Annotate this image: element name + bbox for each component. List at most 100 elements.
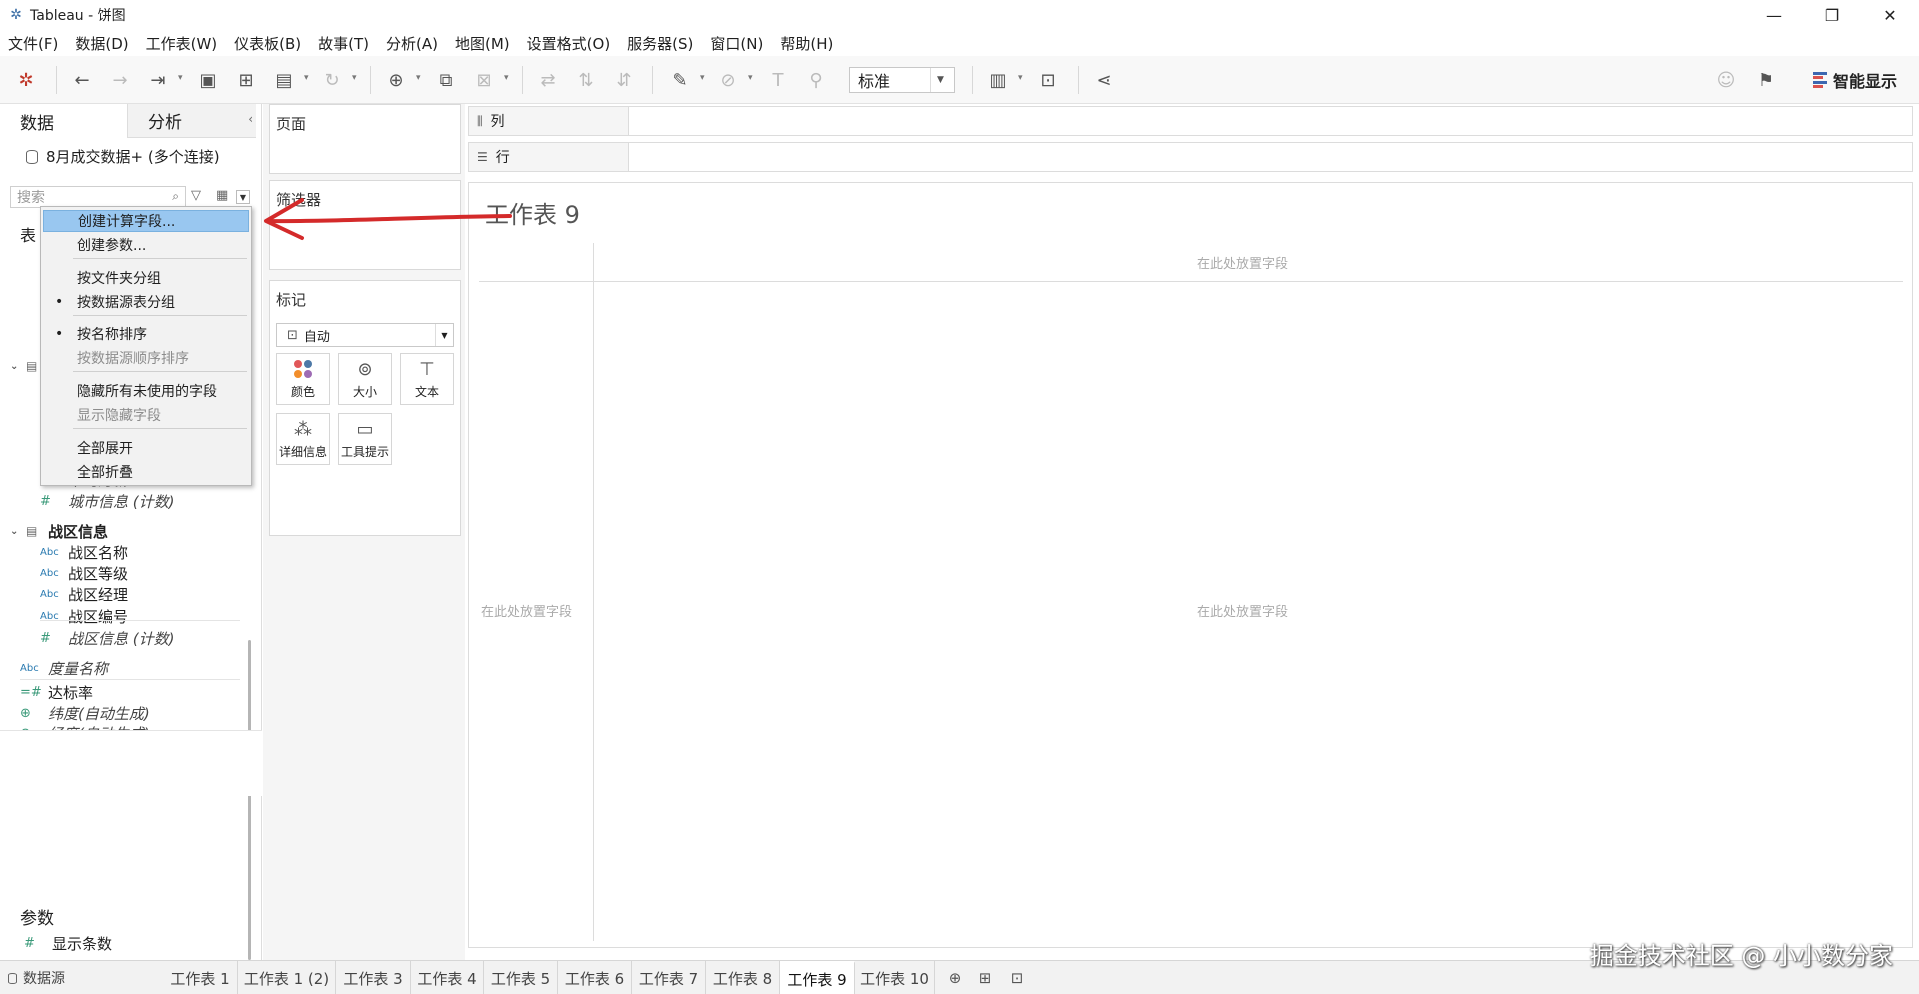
show-cards-icon[interactable]: ▥ — [986, 68, 1010, 92]
replay-icon[interactable]: ⇥ — [146, 68, 170, 92]
field-item[interactable]: Abc 战区编号 — [40, 605, 128, 627]
group-caret-icon[interactable]: ▾ — [748, 73, 753, 83]
new-story-icon[interactable]: ⊡ — [1006, 967, 1028, 989]
column-drop-hint[interactable]: 在此处放置字段 — [1197, 253, 1288, 272]
menu-item[interactable]: 设置格式(O) — [527, 33, 611, 54]
parameter-item[interactable]: # 显示条数 — [24, 932, 112, 954]
context-menu-item[interactable]: 创建计算字段... — [43, 210, 249, 232]
data-pane-scrollbar[interactable] — [248, 640, 251, 960]
replay-caret-icon[interactable]: ▾ — [178, 73, 183, 83]
context-menu-item[interactable]: 全部展开 — [43, 437, 249, 459]
columns-shelf[interactable]: ⫼ 列 — [468, 106, 1913, 136]
size-mark-button[interactable]: ⊚ 大小 — [338, 353, 392, 405]
new-worksheet-icon[interactable]: ⊕ — [944, 967, 966, 989]
show-cards-caret-icon[interactable]: ▾ — [1018, 73, 1023, 83]
refresh-caret-icon[interactable]: ▾ — [352, 73, 357, 83]
rows-shelf[interactable]: ☰ 行 — [468, 142, 1913, 172]
menu-item[interactable]: 服务器(S) — [627, 33, 693, 54]
sheet-tab[interactable]: 工作表 5 — [484, 961, 558, 994]
zone-group-header[interactable]: ⌄ ▤ 战区信息 — [10, 520, 108, 542]
show-mark-labels-icon[interactable]: T — [766, 68, 790, 92]
view-canvas[interactable]: 工作表 9 在此处放置字段 在此处放置字段 在此处放置字段 — [468, 182, 1913, 948]
swap-rows-columns-icon[interactable]: ⇄ — [536, 68, 560, 92]
field-item[interactable]: # 城市信息 (计数) — [40, 490, 174, 512]
sheet-tab[interactable]: 工作表 10 — [855, 961, 935, 994]
sheet-tab[interactable]: 工作表 1 (2) — [238, 961, 336, 994]
sheet-tab[interactable]: 工作表 7 — [632, 961, 706, 994]
context-menu-item[interactable]: 按文件夹分组 — [43, 267, 249, 289]
data-pane-menu-caret[interactable]: ▼ — [236, 190, 250, 204]
context-menu-item[interactable]: • 按数据源表分组 — [43, 291, 249, 313]
menu-item[interactable]: 数据(D) — [75, 33, 128, 54]
pause-updates-icon[interactable]: ▤ — [272, 68, 296, 92]
columns-drop-area[interactable] — [629, 107, 1912, 135]
menu-item[interactable]: 文件(F) — [8, 33, 58, 54]
tab-data[interactable]: 数据 — [0, 104, 128, 138]
menu-item[interactable]: 分析(A) — [386, 33, 438, 54]
menu-item[interactable]: 窗口(N) — [710, 33, 763, 54]
rows-drop-area[interactable] — [629, 143, 1912, 171]
mark-type-select[interactable]: ⊡ 自动 ▼ — [276, 323, 454, 347]
view-drop-hint[interactable]: 在此处放置字段 — [1197, 601, 1288, 620]
context-menu-item[interactable]: 全部折叠 — [43, 461, 249, 483]
text-mark-button[interactable]: ⊤ 文本 — [400, 353, 454, 405]
show-me-button[interactable]: 智能显示 — [1812, 68, 1897, 92]
sort-descending-icon[interactable]: ⇵ — [612, 68, 636, 92]
close-button[interactable]: ✕ — [1861, 0, 1919, 30]
color-mark-button[interactable]: 颜色 — [276, 353, 330, 405]
sheet-tab[interactable]: 工作表 9 — [780, 961, 855, 994]
collapse-pane-icon[interactable]: ‹ — [248, 112, 253, 126]
clear-caret-icon[interactable]: ▾ — [504, 73, 509, 83]
sheet-tab[interactable]: 工作表 3 — [336, 961, 411, 994]
row-drop-hint[interactable]: 在此处放置字段 — [481, 601, 572, 620]
fix-axes-icon[interactable]: ⚲ — [804, 68, 828, 92]
context-menu-item[interactable]: 按数据源顺序排序 — [43, 347, 249, 369]
duplicate-icon[interactable]: ⧉ — [434, 68, 458, 92]
sheet-tab[interactable]: 工作表 8 — [706, 961, 780, 994]
context-menu-item[interactable]: 显示隐藏字段 — [43, 404, 249, 426]
menu-item[interactable]: 仪表板(B) — [234, 33, 301, 54]
new-datasource-icon[interactable]: ⊞ — [234, 68, 258, 92]
field-item[interactable]: =# 达标率 — [20, 681, 93, 703]
new-worksheet-caret-icon[interactable]: ▾ — [416, 73, 421, 83]
field-item[interactable]: Abc 战区经理 — [40, 583, 128, 605]
ask-data-icon[interactable]: ☺ — [1714, 68, 1738, 92]
highlight-icon[interactable]: ✎ — [668, 68, 692, 92]
sheet-tab[interactable]: 工作表 1 — [163, 961, 238, 994]
menu-item[interactable]: 工作表(W) — [146, 33, 218, 54]
share-icon[interactable]: ⋖ — [1092, 68, 1116, 92]
pause-caret-icon[interactable]: ▾ — [304, 73, 309, 83]
fit-select[interactable]: 标准 ▼ — [849, 67, 955, 93]
undo-icon[interactable]: ← — [70, 68, 94, 92]
pages-card[interactable]: 页面 — [269, 104, 461, 174]
menu-item[interactable]: 帮助(H) — [780, 33, 833, 54]
sheet-tab[interactable]: 工作表 6 — [558, 961, 632, 994]
format-painter-icon[interactable]: ⚑ — [1754, 68, 1778, 92]
field-item[interactable]: ⊕ 纬度(自动生成) — [20, 702, 150, 724]
refresh-icon[interactable]: ↻ — [320, 68, 344, 92]
field-item[interactable]: Abc 战区名称 — [40, 541, 128, 563]
highlight-caret-icon[interactable]: ▾ — [700, 73, 705, 83]
context-menu-item[interactable]: 隐藏所有未使用的字段 — [43, 380, 249, 402]
group-members-icon[interactable]: ⊘ — [716, 68, 740, 92]
field-item[interactable]: Abc 战区等级 — [40, 562, 128, 584]
restore-button[interactable]: ❐ — [1803, 0, 1861, 30]
context-menu-item[interactable]: • 按名称排序 — [43, 323, 249, 345]
minimize-button[interactable]: — — [1745, 0, 1803, 30]
redo-icon[interactable]: → — [108, 68, 132, 92]
detail-mark-button[interactable]: ⁂ 详细信息 — [276, 413, 330, 465]
clear-sheet-icon[interactable]: ⊠ — [472, 68, 496, 92]
search-input[interactable]: 搜索 ⌕ — [10, 186, 186, 208]
save-icon[interactable]: ▣ — [196, 68, 220, 92]
field-item[interactable]: # 战区信息 (计数) — [40, 627, 174, 649]
presentation-mode-icon[interactable]: ⊡ — [1036, 68, 1060, 92]
sheet-title[interactable]: 工作表 9 — [485, 195, 580, 230]
new-dashboard-icon[interactable]: ⊞ — [974, 967, 996, 989]
menu-item[interactable]: 故事(T) — [318, 33, 369, 54]
tableau-home-icon[interactable]: ✲ — [14, 68, 38, 92]
context-menu-item[interactable]: 创建参数... — [43, 234, 249, 256]
filters-card[interactable]: 筛选器 — [269, 180, 461, 270]
tooltip-mark-button[interactable]: ▭ 工具提示 — [338, 413, 392, 465]
sheet-tab[interactable]: 工作表 4 — [411, 961, 484, 994]
field-item[interactable]: Abc 度量名称 — [20, 657, 108, 679]
